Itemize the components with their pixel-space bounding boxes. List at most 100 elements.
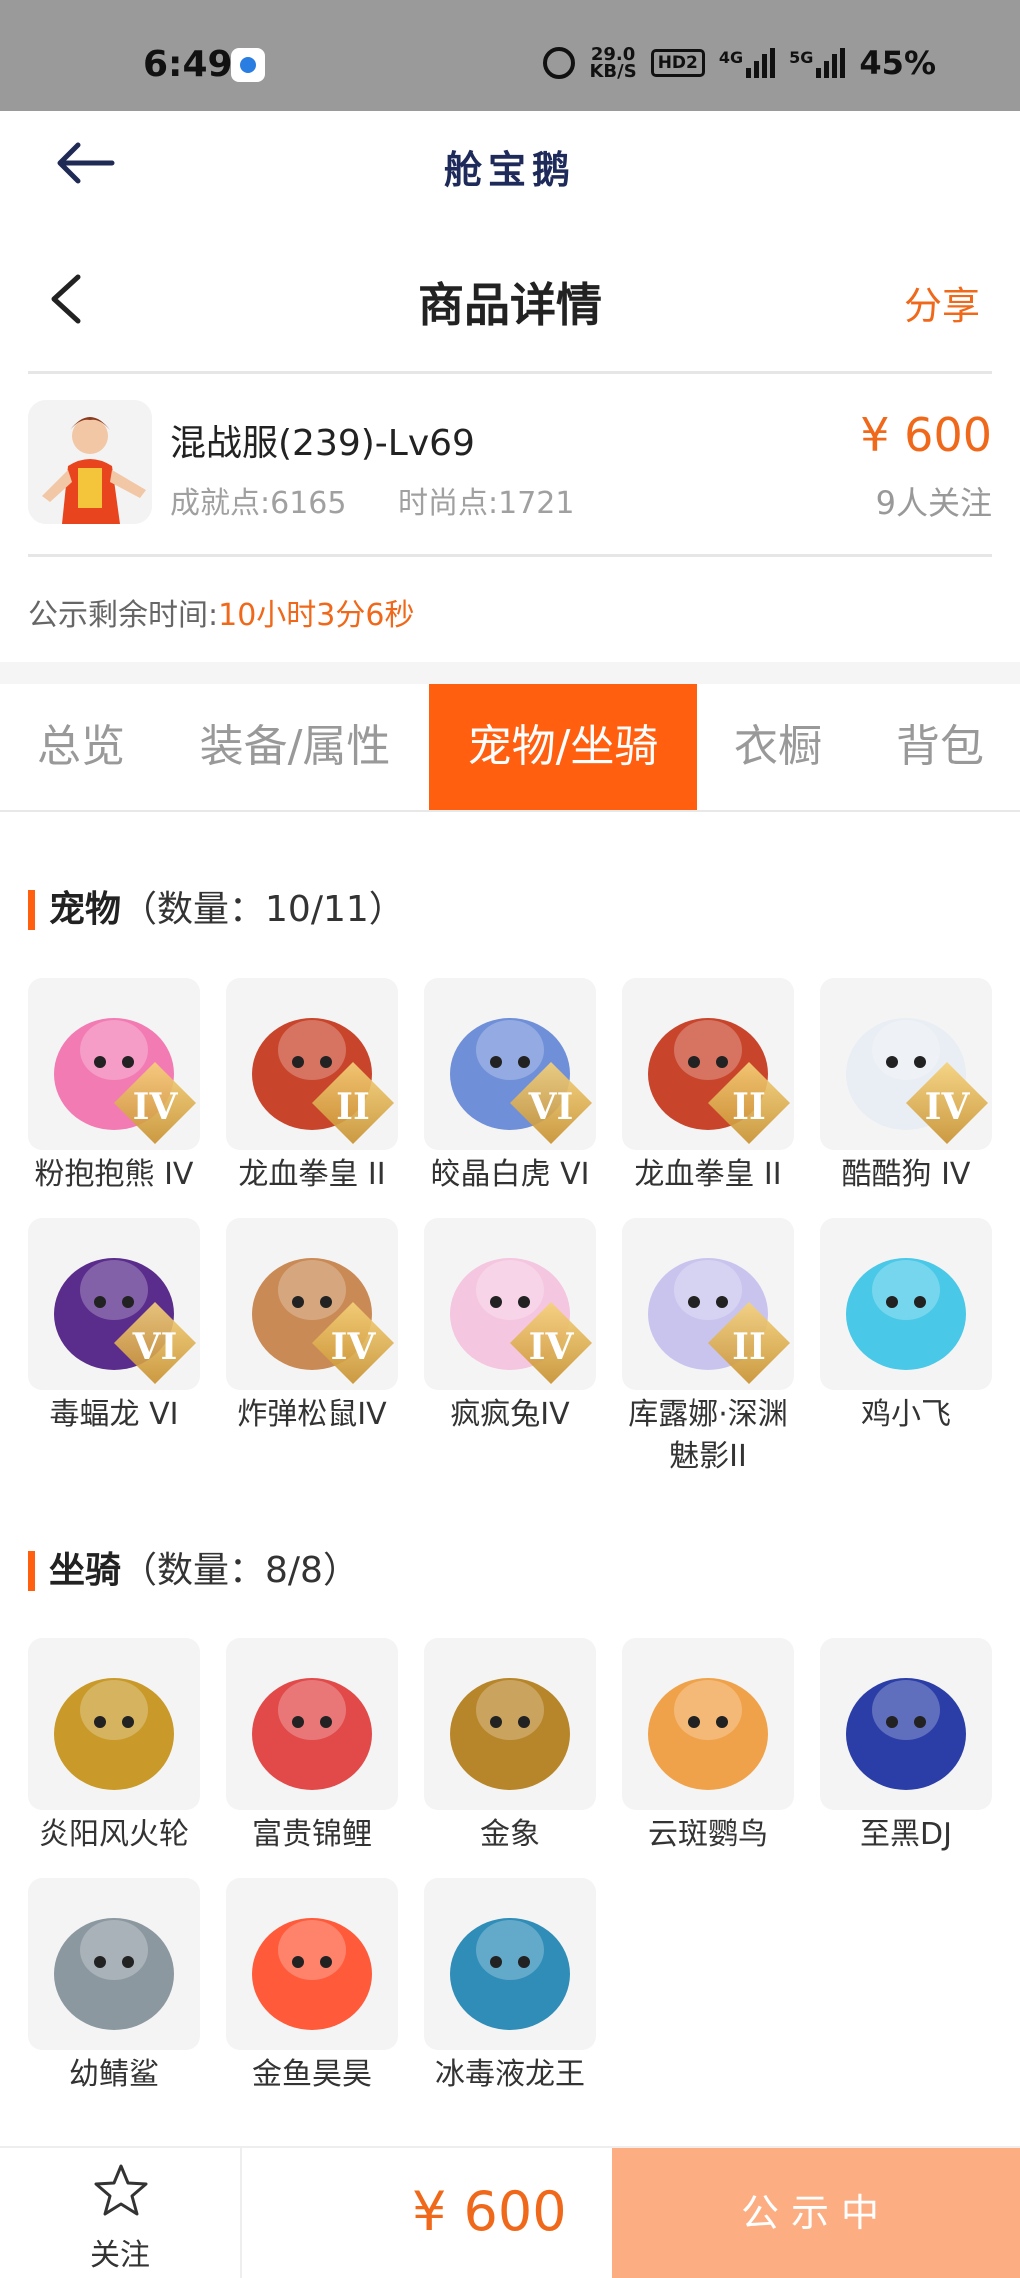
grade-badge-text: IV: [330, 1326, 376, 1368]
grid-item[interactable]: IV 疯疯兔IV: [424, 1218, 596, 1436]
product-name: 混战服(239)-Lv69: [170, 423, 475, 464]
item-tile: [424, 1878, 596, 2050]
item-label: 炸弹松鼠IV: [237, 1397, 387, 1432]
grid-item[interactable]: 鸡小飞: [820, 1218, 992, 1436]
item-tile: IV: [226, 1218, 398, 1390]
grid-item[interactable]: 至黑DJ: [820, 1638, 992, 1856]
item-label: 疯疯兔IV: [450, 1397, 570, 1432]
parrot-icon: [648, 1678, 768, 1790]
golden-elephant-icon: [450, 1678, 570, 1790]
grid-item[interactable]: 冰毒液龙王: [424, 1878, 596, 2096]
item-tile: II: [622, 978, 794, 1150]
grade-badge-text: II: [732, 1086, 766, 1128]
pets-title: 宠物: [49, 889, 122, 930]
grade-badge-text: II: [336, 1086, 370, 1128]
grid-item[interactable]: II 库露娜·深渊魅影II: [622, 1218, 794, 1478]
item-tile: [28, 1638, 200, 1810]
grid-item[interactable]: 富贵锦鲤: [226, 1638, 398, 1856]
section-gap: [0, 662, 1020, 684]
app-title: 舱宝鹅: [443, 147, 576, 192]
achievement-points: 成就点:6165: [170, 486, 347, 521]
item-tile: [820, 1638, 992, 1810]
item-label: 冰毒液龙王: [435, 2057, 585, 2092]
mounts-section-title: 坐骑（数量：8/8）: [28, 1551, 359, 1591]
item-label: 至黑DJ: [860, 1817, 952, 1852]
dj-bird-icon: [846, 1678, 966, 1790]
item-tile: II: [226, 978, 398, 1150]
detail-tabs: 总览 装备/属性 宠物/坐骑 衣橱 背包: [0, 684, 1020, 812]
grid-item[interactable]: IV 炸弹松鼠IV: [226, 1218, 398, 1436]
goldfish-icon: [252, 1918, 372, 2030]
page-header: 商品详情 分享: [0, 219, 1020, 371]
item-tile: VI: [28, 1218, 200, 1390]
grid-item[interactable]: II 龙血拳皇 II: [622, 978, 794, 1196]
item-tile: IV: [28, 978, 200, 1150]
item-label: 金鱼昊昊: [252, 2057, 372, 2092]
grade-badge-text: VI: [132, 1326, 178, 1368]
follow-button[interactable]: 关注: [0, 2148, 242, 2278]
publicity-status-button[interactable]: 公示中: [612, 2148, 1020, 2278]
item-label: 炎阳风火轮: [39, 1817, 189, 1852]
koi-icon: [252, 1678, 372, 1790]
grid-item[interactable]: IV 酷酷狗 IV: [820, 978, 992, 1196]
signal-5g-label: 5G: [789, 48, 814, 67]
pets-section-title: 宠物（数量：10/11）: [28, 890, 405, 930]
notice-remaining-time: 公示剩余时间:10小时3分6秒: [28, 590, 414, 634]
tab-backpack[interactable]: 背包: [870, 684, 1010, 810]
item-tile: [622, 1638, 794, 1810]
status-indicators: 29.0 KB/S HD2 4G 5G 45%: [543, 44, 936, 82]
item-tile: VI: [424, 978, 596, 1150]
blue-chick-icon: [846, 1258, 966, 1370]
notice-label: 公示剩余时间:: [28, 598, 219, 633]
item-label: 云斑鹦鸟: [648, 1817, 768, 1852]
grid-item[interactable]: VI 皎晶白虎 VI: [424, 978, 596, 1196]
grid-item[interactable]: II 龙血拳皇 II: [226, 978, 398, 1196]
item-label: 皎晶白虎 VI: [430, 1157, 590, 1192]
bottom-action-bar: 关注 ¥ 600 公示中: [0, 2146, 1020, 2278]
fashion-points: 时尚点:1721: [398, 486, 575, 521]
product-price: ¥ 600: [860, 408, 992, 462]
bottom-price: ¥ 600: [412, 2180, 567, 2243]
status-time: 6:49: [143, 44, 233, 85]
tab-pets-mounts[interactable]: 宠物/坐骑: [429, 684, 697, 810]
grid-item[interactable]: 幼鲭鲨: [28, 1878, 200, 2096]
item-label: 龙血拳皇 II: [238, 1157, 386, 1192]
item-label: 毒蝠龙 VI: [49, 1397, 179, 1432]
item-tile: [424, 1638, 596, 1810]
grade-badge-text: IV: [528, 1326, 574, 1368]
mounts-title: 坐骑: [49, 1550, 122, 1591]
follower-count: 9人关注: [875, 484, 992, 522]
grid-item[interactable]: 炎阳风火轮: [28, 1638, 200, 1856]
character-avatar: [28, 400, 152, 524]
signal-4g-icon: 4G: [719, 48, 776, 78]
ice-dragon-icon: [450, 1918, 570, 2030]
item-label: 库露娜·深渊魅影II: [628, 1397, 788, 1474]
grade-badge-text: IV: [924, 1086, 970, 1128]
tab-overview[interactable]: 总览: [0, 684, 162, 810]
item-tile: [28, 1878, 200, 2050]
grid-item[interactable]: VI 毒蝠龙 VI: [28, 1218, 200, 1436]
divider: [28, 554, 992, 557]
item-label: 富贵锦鲤: [252, 1817, 372, 1852]
share-button[interactable]: 分享: [904, 275, 980, 330]
grid-item[interactable]: 金象: [424, 1638, 596, 1856]
hd-voice-icon: HD2: [650, 49, 705, 77]
app-bar: 舱宝鹅: [0, 111, 1020, 219]
tab-equipment[interactable]: 装备/属性: [176, 684, 414, 810]
grid-item[interactable]: 云斑鹦鸟: [622, 1638, 794, 1856]
battery-level: 45%: [859, 44, 936, 82]
network-speed: 29.0 KB/S: [589, 46, 636, 81]
item-tile: II: [622, 1218, 794, 1390]
alarm-icon: [543, 47, 576, 79]
grade-badge-text: II: [732, 1326, 766, 1368]
item-label: 酷酷狗 IV: [841, 1157, 971, 1192]
grid-item[interactable]: 金鱼昊昊: [226, 1878, 398, 2096]
item-label: 幼鲭鲨: [69, 2057, 159, 2092]
item-tile: [820, 1218, 992, 1390]
item-tile: IV: [820, 978, 992, 1150]
item-tile: IV: [424, 1218, 596, 1390]
notice-timer: 10小时3分6秒: [218, 598, 415, 633]
tab-wardrobe[interactable]: 衣橱: [700, 684, 856, 810]
grid-item[interactable]: IV 粉抱抱熊 IV: [28, 978, 200, 1196]
fire-wheel-icon: [54, 1678, 174, 1790]
